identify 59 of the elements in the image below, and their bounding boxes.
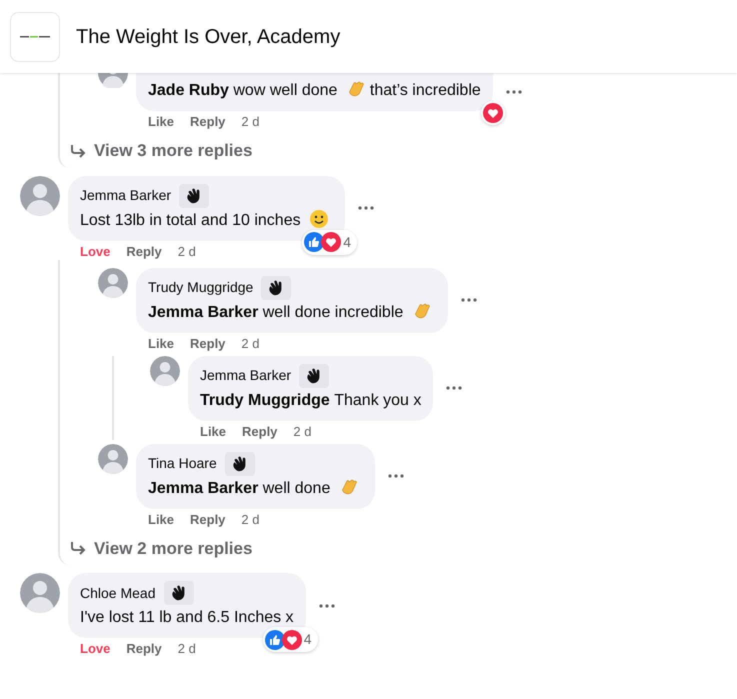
smiley-icon (309, 208, 330, 228)
more-options-icon[interactable] (357, 205, 376, 211)
reply-link[interactable]: Reply (242, 424, 278, 440)
view-more-replies[interactable]: View 3 more replies (70, 138, 737, 168)
like-link[interactable]: Like (148, 114, 174, 130)
reply-link[interactable]: Reply (126, 641, 162, 657)
wave-icon (179, 184, 210, 208)
comment-text: Jemma Barker well done (148, 476, 363, 500)
like-link[interactable]: Like (148, 336, 174, 352)
more-options-icon[interactable] (504, 89, 523, 95)
like-link[interactable]: Love (80, 641, 110, 657)
avatar[interactable] (20, 176, 60, 216)
wave-icon (261, 276, 292, 300)
timestamp[interactable]: 2 d (178, 641, 196, 657)
reply-arrow-icon (70, 144, 86, 158)
like-link[interactable]: Like (148, 512, 174, 528)
avatar[interactable] (20, 573, 60, 613)
wave-icon (299, 364, 330, 388)
author-name[interactable]: Trudy Muggridge (148, 277, 254, 298)
timestamp[interactable]: 2 d (293, 424, 312, 440)
more-options-icon[interactable] (445, 385, 464, 391)
comment-text: Jade Ruby wow well done that’s incredible (148, 79, 481, 103)
avatar[interactable] (98, 268, 128, 298)
like-link[interactable]: Love (80, 244, 110, 260)
page-title[interactable]: The Weight Is Over, Academy (76, 22, 340, 52)
more-options-icon[interactable] (318, 602, 336, 608)
reaction-summary[interactable]: 4 (262, 627, 318, 652)
comment-text: Jemma Barker well done incredible (148, 300, 436, 324)
avatar[interactable] (98, 73, 128, 88)
like-icon (304, 232, 324, 252)
wave-icon (164, 581, 194, 605)
comment-text: Trudy Muggridge Thank you x (200, 390, 422, 410)
reply-arrow-icon (70, 541, 86, 556)
avatar[interactable] (98, 444, 128, 474)
reply-link[interactable]: Reply (190, 114, 226, 130)
author-name[interactable]: Jemma Barker (80, 185, 172, 206)
reaction-count: 4 (304, 630, 313, 649)
timestamp[interactable]: 2 d (178, 244, 196, 260)
reply-link[interactable]: Reply (190, 336, 226, 352)
author-name[interactable]: Jemma Barker (200, 365, 292, 386)
reaction-count: 4 (343, 232, 352, 252)
reaction-summary[interactable] (480, 101, 505, 125)
timestamp[interactable]: 2 d (241, 114, 260, 130)
timestamp[interactable]: 2 d (241, 512, 260, 528)
reply-link[interactable]: Reply (190, 512, 226, 528)
view-more-replies[interactable]: View 2 more replies (70, 536, 737, 565)
comment-text: Lost 13lb in total and 10 inches (80, 208, 334, 232)
like-icon (264, 630, 285, 650)
more-options-icon[interactable] (386, 473, 405, 479)
comment-text: I've lost 11 lb and 6.5 Inches x (80, 608, 294, 628)
reaction-summary[interactable]: 4 (302, 230, 358, 254)
more-options-icon[interactable] (460, 297, 478, 303)
timestamp[interactable]: 2 d (241, 336, 260, 352)
wave-icon (224, 452, 255, 476)
author-name[interactable]: Tina Hoare (148, 453, 217, 474)
author-name[interactable]: Chloe Mead (80, 582, 156, 604)
reply-link[interactable]: Reply (126, 244, 162, 260)
avatar[interactable] (150, 356, 180, 386)
like-link[interactable]: Like (200, 424, 226, 440)
